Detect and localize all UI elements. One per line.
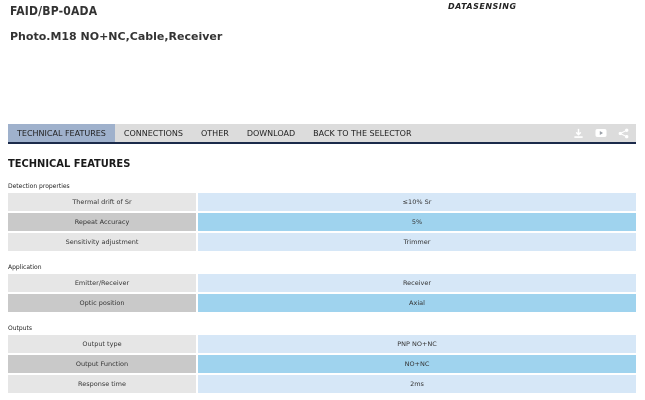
group-detection-properties: Detection properties Thermal drift of Sr… — [8, 181, 636, 253]
group-outputs: Outputs Output type PNP NO+NC Output Fun… — [8, 323, 636, 395]
group-label: Application — [8, 264, 42, 271]
row-value: Trimmer — [198, 233, 636, 251]
table-row: Response time 2ms — [8, 375, 636, 393]
row-label: Repeat Accuracy — [8, 213, 196, 231]
table-row: Output type PNP NO+NC — [8, 335, 636, 353]
tab-technical-features[interactable]: TECHNICAL FEATURES — [8, 124, 115, 142]
table-row: Sensitivity adjustment Trimmer — [8, 233, 636, 251]
row-label: Output Function — [8, 355, 196, 373]
video-icon[interactable] — [595, 128, 607, 138]
row-label: Optic position — [8, 294, 196, 312]
row-value: Axial — [198, 294, 636, 312]
table-row: Emitter/Receiver Receiver — [8, 274, 636, 292]
tab-actions — [573, 124, 636, 142]
group-application: Application Emitter/Receiver Receiver Op… — [8, 262, 636, 314]
row-value: 5% — [198, 213, 636, 231]
tab-connections[interactable]: CONNECTIONS — [115, 124, 192, 142]
row-label: Output type — [8, 335, 196, 353]
tab-download[interactable]: DOWNLOAD — [238, 124, 304, 142]
row-value: NO+NC — [198, 355, 636, 373]
product-description: Photo.M18 NO+NC,Cable,Receiver — [10, 30, 223, 43]
tab-back-to-selector[interactable]: BACK TO THE SELECTOR — [304, 124, 420, 142]
tab-other[interactable]: OTHER — [192, 124, 238, 142]
row-label: Response time — [8, 375, 196, 393]
group-label: Outputs — [8, 325, 32, 332]
section-title: TECHNICAL FEATURES — [8, 157, 131, 170]
group-label: Detection properties — [8, 183, 70, 190]
share-icon[interactable] — [618, 128, 629, 139]
download-icon[interactable] — [573, 128, 584, 139]
row-label: Sensitivity adjustment — [8, 233, 196, 251]
row-value: PNP NO+NC — [198, 335, 636, 353]
table-row: Repeat Accuracy 5% — [8, 213, 636, 231]
row-value: Receiver — [198, 274, 636, 292]
brand-logo: DATASENSING — [448, 2, 517, 11]
product-code: FAID/BP-0ADA — [10, 4, 98, 18]
table-row: Thermal drift of Sr ≤10% Sr — [8, 193, 636, 211]
row-value: ≤10% Sr — [198, 193, 636, 211]
row-label: Emitter/Receiver — [8, 274, 196, 292]
table-row: Output Function NO+NC — [8, 355, 636, 373]
table-row: Optic position Axial — [8, 294, 636, 312]
row-value: 2ms — [198, 375, 636, 393]
row-label: Thermal drift of Sr — [8, 193, 196, 211]
tab-bar: TECHNICAL FEATURES CONNECTIONS OTHER DOW… — [8, 124, 636, 144]
